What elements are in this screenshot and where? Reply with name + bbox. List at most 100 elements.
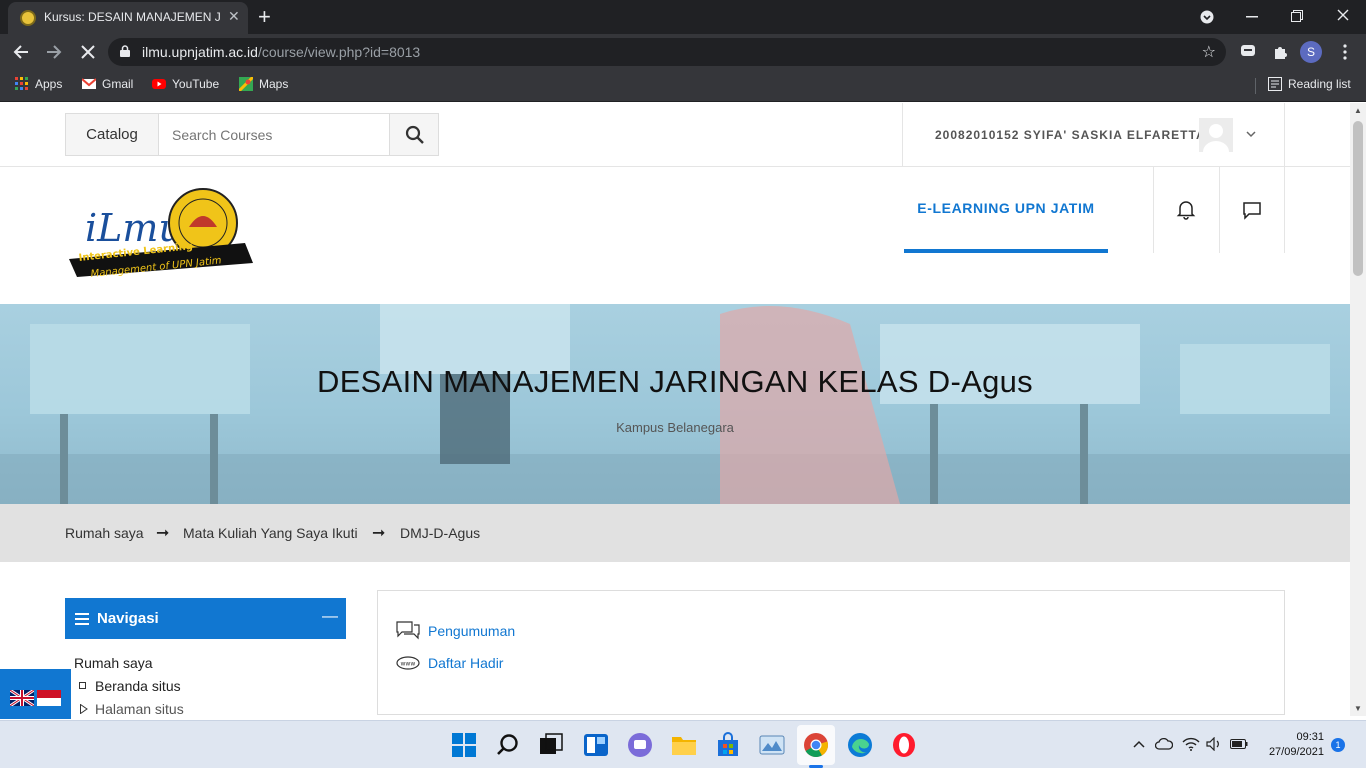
tab-title: Kursus: DESAIN MANAJEMEN JA	[44, 10, 220, 24]
nav-elearning-upn-jatim[interactable]: E-LEARNING UPN JATIM	[904, 167, 1108, 253]
forward-icon[interactable]	[46, 44, 62, 60]
browser-toolbar: ilmu.upnjatim.ac.id/course/view.php?id=8…	[0, 34, 1366, 70]
gmail-icon	[82, 78, 96, 89]
edge-icon[interactable]	[847, 732, 873, 758]
page-content: Catalog 20082010152 SYIFA' SASKIA ELFARE…	[0, 103, 1350, 716]
course-content-section: Pengumuman www Daftar Hadir	[377, 590, 1285, 715]
widgets-icon[interactable]	[583, 732, 609, 758]
photos-app-icon[interactable]	[759, 732, 785, 758]
bookmarks-bar: Apps Gmail YouTube Maps Reading list	[0, 70, 1366, 102]
notification-badge[interactable]: 1	[1331, 738, 1345, 752]
user-avatar	[1199, 118, 1233, 152]
tab-close-icon[interactable]: ✕	[228, 8, 240, 25]
teams-chat-icon[interactable]	[627, 732, 653, 758]
back-icon[interactable]	[13, 44, 29, 60]
breadcrumb: Rumah saya ➞ Mata Kuliah Yang Saya Ikuti…	[0, 504, 1350, 562]
battery-icon[interactable]	[1230, 739, 1248, 749]
square-bullet-icon	[79, 682, 86, 689]
address-bar[interactable]: ilmu.upnjatim.ac.id/course/view.php?id=8…	[108, 38, 1226, 66]
svg-text:www: www	[401, 661, 416, 668]
volume-icon[interactable]	[1206, 737, 1222, 751]
bookmark-star-icon[interactable]: ☆	[1202, 42, 1216, 62]
clock-time: 09:31	[1296, 731, 1324, 743]
search-icon[interactable]	[495, 732, 521, 758]
hamburger-icon	[75, 613, 89, 625]
triangle-right-icon[interactable]	[80, 704, 88, 714]
message-bubble-icon	[1243, 202, 1261, 220]
site-topbar: Catalog 20082010152 SYIFA' SASKIA ELFARE…	[0, 103, 1350, 167]
nav-item-beranda-situs[interactable]: Beranda situs	[95, 678, 181, 694]
task-view-icon[interactable]	[538, 732, 564, 758]
browser-tab-active[interactable]: Kursus: DESAIN MANAJEMEN JA ✕	[8, 2, 248, 34]
bell-icon	[1176, 201, 1196, 220]
opera-icon[interactable]	[891, 732, 917, 758]
maps-icon	[239, 77, 253, 91]
onedrive-cloud-icon[interactable]	[1155, 738, 1173, 750]
extensions-puzzle-icon[interactable]	[1272, 44, 1288, 60]
scroll-down-icon[interactable]: ▼	[1354, 704, 1362, 713]
bookmarks-divider	[1255, 78, 1256, 94]
course-hero-banner: DESAIN MANAJEMEN JARINGAN KELAS D-Agus K…	[0, 304, 1350, 504]
breadcrumb-course[interactable]: DMJ-D-Agus	[400, 525, 480, 541]
collapse-minus-icon[interactable]: —	[322, 608, 338, 626]
minimize-icon[interactable]	[1246, 16, 1258, 18]
stop-loading-icon[interactable]	[80, 44, 96, 60]
course-category: Kampus Belanegara	[616, 420, 734, 435]
bookmark-apps[interactable]: Apps	[15, 77, 62, 91]
user-name: 20082010152 SYIFA' SASKIA ELFARETTA	[935, 128, 1206, 142]
tab-search-icon[interactable]	[1200, 10, 1214, 24]
restore-icon[interactable]	[1291, 10, 1303, 22]
microsoft-store-icon[interactable]	[715, 732, 741, 758]
new-tab-button[interactable]: +	[258, 4, 271, 30]
indonesia-flag-icon[interactable]	[37, 690, 61, 706]
course-title: DESAIN MANAJEMEN JARINGAN KELAS D-Agus	[317, 364, 1033, 399]
navigation-title: Navigasi	[97, 610, 159, 627]
language-switcher[interactable]	[0, 669, 71, 719]
close-window-icon[interactable]	[1337, 9, 1349, 21]
search-courses-input[interactable]	[158, 113, 390, 156]
catalog-button[interactable]: Catalog	[65, 113, 159, 156]
classroom-background-image	[0, 304, 1350, 504]
windows-taskbar: 09:31 27/09/2021 1	[0, 720, 1366, 768]
activity-pengumuman[interactable]: Pengumuman	[396, 621, 515, 641]
profile-avatar[interactable]: S	[1300, 41, 1322, 63]
search-icon	[405, 125, 424, 144]
apps-grid-icon	[15, 77, 28, 90]
default-user-icon	[1203, 124, 1229, 152]
system-clock[interactable]: 09:31 27/09/2021	[1254, 730, 1324, 760]
bookmark-youtube[interactable]: YouTube	[152, 77, 219, 91]
file-explorer-icon[interactable]	[671, 732, 697, 758]
chevron-up-icon[interactable]	[1133, 740, 1145, 748]
messages-button[interactable]	[1219, 167, 1285, 253]
wifi-icon[interactable]	[1182, 737, 1200, 751]
reading-list-icon	[1268, 77, 1282, 91]
windows-start-icon[interactable]	[451, 732, 477, 758]
menu-kebab-icon[interactable]	[1343, 44, 1347, 60]
breadcrumb-rumah-saya[interactable]: Rumah saya	[65, 525, 144, 541]
ilmu-logo[interactable]: iLmu Interactive Learning Management of …	[65, 185, 257, 285]
bookmark-gmail[interactable]: Gmail	[82, 77, 133, 91]
scroll-up-icon[interactable]: ▲	[1354, 106, 1362, 115]
page-scrollbar[interactable]: ▲ ▼	[1350, 103, 1366, 716]
reading-list-button[interactable]: Reading list	[1268, 77, 1351, 91]
search-button[interactable]	[389, 113, 439, 156]
nav-item-halaman-situs[interactable]: Halaman situs	[95, 701, 184, 716]
url-text: ilmu.upnjatim.ac.id/course/view.php?id=8…	[142, 44, 421, 60]
uk-flag-icon[interactable]	[10, 690, 34, 706]
breadcrumb-mata-kuliah[interactable]: Mata Kuliah Yang Saya Ikuti	[183, 525, 358, 541]
scroll-thumb[interactable]	[1353, 121, 1363, 276]
lock-icon[interactable]	[120, 45, 130, 57]
notifications-button[interactable]	[1153, 167, 1219, 253]
nav-item-rumah-saya[interactable]: Rumah saya	[74, 655, 153, 671]
navigation-block-header[interactable]: Navigasi —	[65, 598, 346, 639]
chrome-icon[interactable]	[803, 732, 829, 758]
user-menu[interactable]: 20082010152 SYIFA' SASKIA ELFARETTA	[902, 103, 1285, 167]
activity-daftar-hadir[interactable]: www Daftar Hadir	[396, 655, 503, 671]
url-www-icon: www	[396, 656, 420, 670]
site-favicon-icon	[20, 10, 36, 26]
youtube-icon	[152, 79, 166, 89]
bookmark-maps[interactable]: Maps	[239, 77, 288, 91]
chevron-down-icon	[1246, 131, 1256, 138]
extension-chat-icon[interactable]	[1240, 44, 1256, 60]
arrow-right-icon: ➞	[156, 525, 170, 542]
